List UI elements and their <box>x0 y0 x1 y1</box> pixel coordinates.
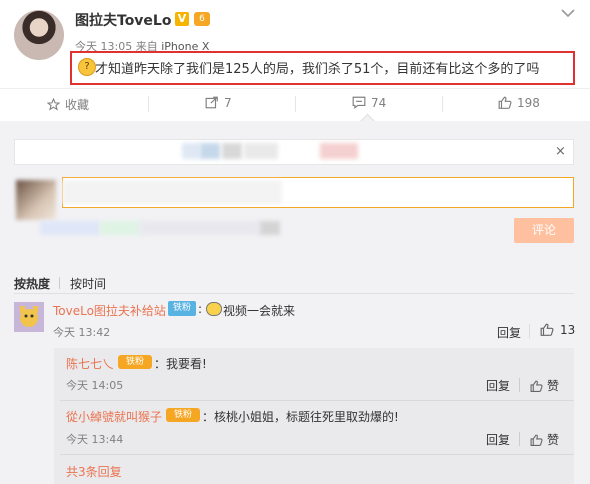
vip-badge: V <box>175 12 189 26</box>
comment-colon: : <box>198 302 203 316</box>
my-avatar <box>16 180 56 220</box>
fan-badge: 铁粉 <box>168 301 196 316</box>
thinking-emoji-icon: ? <box>78 58 96 76</box>
favorite-button[interactable]: 收藏 <box>46 96 90 113</box>
commenter-avatar[interactable] <box>14 302 44 332</box>
avatar[interactable] <box>14 10 64 60</box>
like-count: 198 <box>517 96 540 110</box>
reply-button[interactable]: 回复 <box>486 377 510 394</box>
comment-like-button[interactable]: 13 <box>540 323 575 337</box>
submit-comment-button[interactable]: 评论 <box>514 218 574 243</box>
comment-like-count: 13 <box>560 323 576 337</box>
post-author[interactable]: 图拉夫ToveLo <box>75 10 171 30</box>
fan-badge: 铁粉 <box>166 408 200 422</box>
reply-button[interactable]: 回复 <box>486 431 510 448</box>
repost-button[interactable]: 7 <box>205 96 232 110</box>
sub-reply-like-button[interactable]: 赞 <box>530 377 559 394</box>
sub-reply-time: 今天 13:44 <box>66 433 124 446</box>
star-icon <box>46 97 61 111</box>
thumbs-up-icon <box>530 380 543 392</box>
like-button[interactable]: 198 <box>498 96 540 110</box>
divider <box>529 324 530 338</box>
divider <box>442 96 443 112</box>
like-label: 赞 <box>547 433 560 447</box>
divider <box>148 96 149 112</box>
favorite-label: 收藏 <box>65 98 90 112</box>
comment-icon <box>352 96 366 109</box>
blurred-content <box>140 221 260 235</box>
blurred-content <box>62 180 282 204</box>
divider <box>59 277 60 289</box>
sort-by-hot[interactable]: 按热度 <box>14 275 50 292</box>
more-replies-link[interactable]: 共3条回复 <box>66 463 122 480</box>
sort-by-time[interactable]: 按时间 <box>70 275 106 292</box>
blurred-content <box>222 143 242 159</box>
like-label: 赞 <box>547 379 560 393</box>
divider <box>14 293 574 294</box>
thumbs-up-icon <box>540 323 554 336</box>
blurred-content <box>200 143 220 159</box>
sub-reply-text: ：核桃小姐姐，标题往死里取劲爆的! <box>202 410 399 424</box>
repost-count: 7 <box>224 96 232 110</box>
sub-reply-like-button[interactable]: 赞 <box>530 431 559 448</box>
blurred-content <box>320 143 358 159</box>
repost-bar[interactable] <box>14 139 574 165</box>
divider <box>295 96 296 112</box>
post-text: 才知道昨天除了我们是125人的局，我们杀了51个，目前还有比这个多的了吗 <box>95 62 540 77</box>
comment-text: 视频一会就来 <box>223 304 296 318</box>
divider <box>519 432 520 446</box>
fan-badge: 铁粉 <box>118 355 152 369</box>
thumbs-up-icon <box>530 434 543 446</box>
divider <box>60 400 574 401</box>
thumbs-up-icon <box>498 96 512 109</box>
blurred-content <box>40 221 100 235</box>
level-badge: 6 <box>194 12 210 26</box>
sub-reply-author[interactable]: 從小綽號就叫猴子 <box>66 408 162 425</box>
sub-reply-text: ：我要看! <box>154 357 207 371</box>
sub-reply-author[interactable]: 陈七七乀 <box>66 355 114 372</box>
comment-button[interactable]: 74 <box>352 96 386 110</box>
close-icon[interactable]: × <box>555 144 566 159</box>
glasses-emoji-icon <box>206 302 222 316</box>
comment-time: 今天 13:42 <box>53 326 111 339</box>
blurred-content <box>244 143 278 159</box>
divider <box>60 454 574 455</box>
blurred-content <box>260 221 280 235</box>
repost-icon <box>205 96 218 109</box>
chevron-down-icon[interactable] <box>561 6 575 22</box>
comment-author[interactable]: ToveLo图拉夫补给站 <box>53 302 166 319</box>
sub-reply-time: 今天 14:05 <box>66 379 124 392</box>
comment-count: 74 <box>371 96 387 110</box>
blurred-content <box>182 143 200 159</box>
reply-button[interactable]: 回复 <box>497 324 521 341</box>
blurred-content <box>100 221 140 235</box>
divider <box>519 378 520 392</box>
